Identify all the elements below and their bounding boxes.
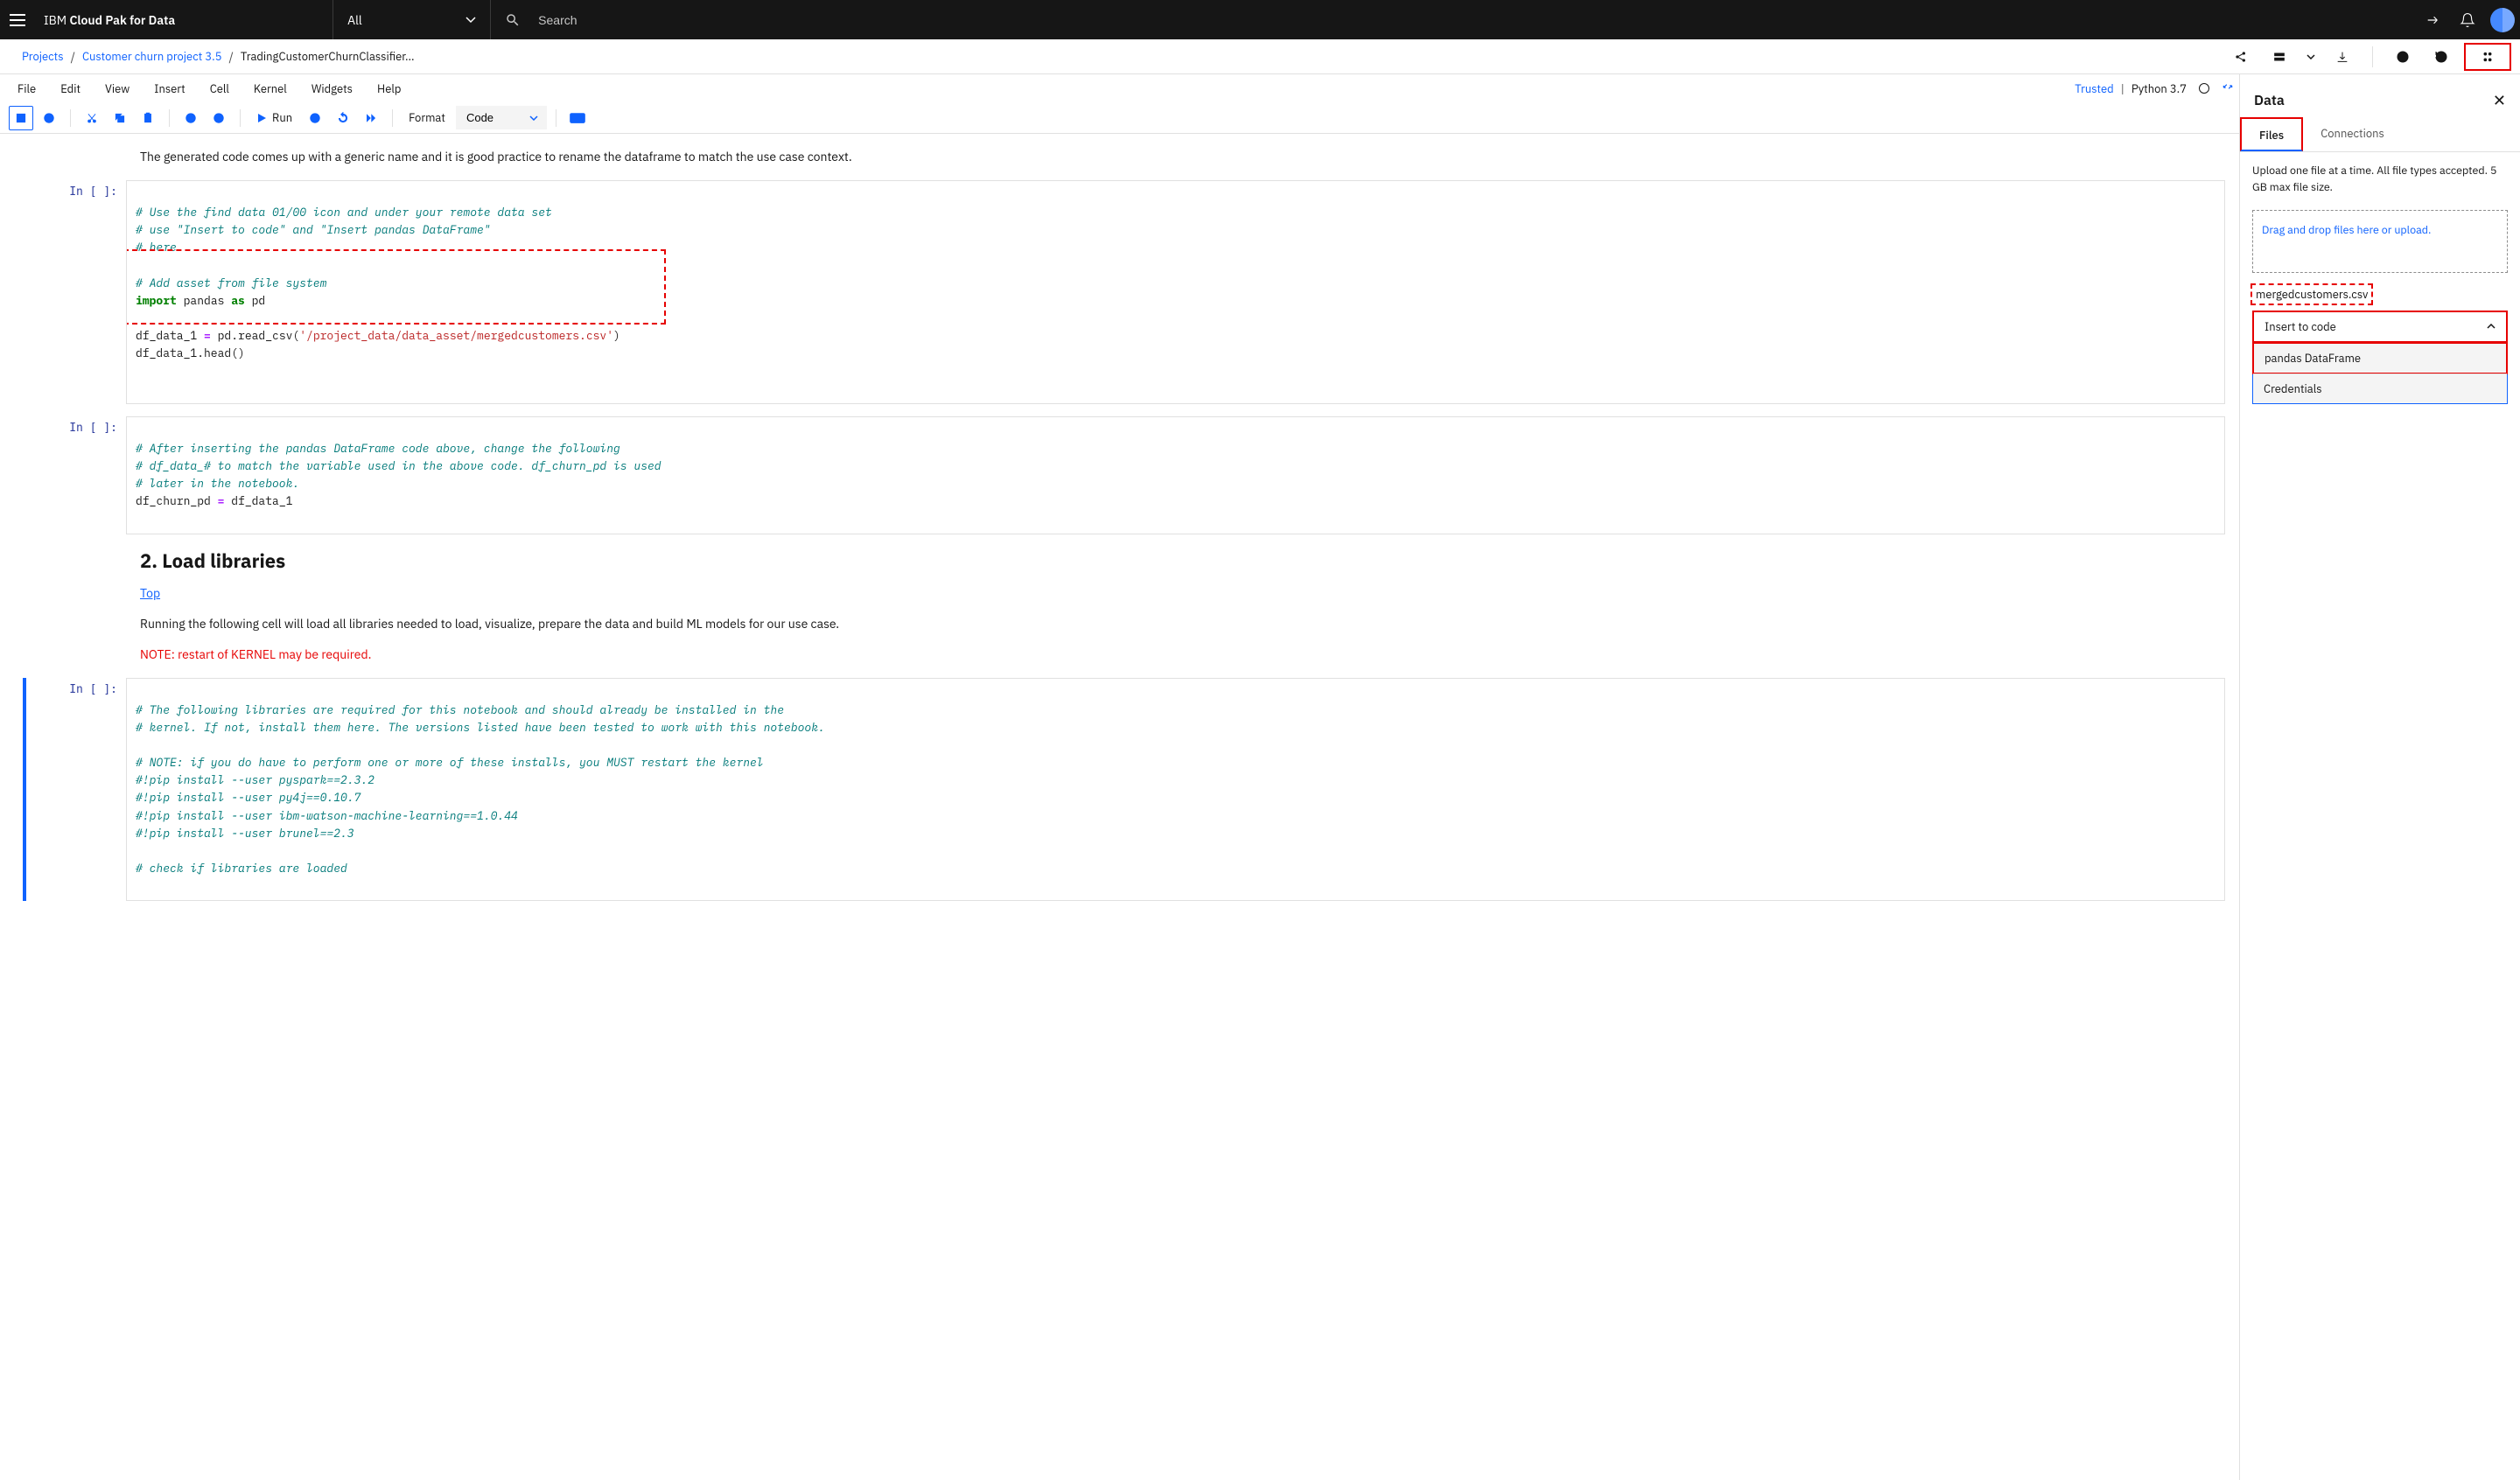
shortcut-icon[interactable] — [2415, 0, 2450, 39]
data-panel-toggle[interactable] — [2464, 43, 2511, 71]
avatar[interactable] — [2485, 0, 2520, 39]
add-cell-button[interactable] — [37, 106, 61, 130]
stop-button[interactable] — [303, 106, 327, 130]
notebook-menubar: File Edit View Insert Cell Kernel Widget… — [0, 74, 2239, 102]
breadcrumb-project[interactable]: Customer churn project 3.5 — [82, 49, 222, 64]
chevron-down-icon[interactable] — [2302, 43, 2320, 71]
download-icon[interactable] — [2327, 43, 2358, 71]
info-icon[interactable] — [2387, 43, 2418, 71]
breadcrumb: Projects / Customer churn project 3.5 / … — [0, 39, 2520, 74]
move-down-button[interactable] — [206, 106, 231, 130]
jobs-icon[interactable] — [2264, 43, 2295, 71]
hamburger-menu[interactable] — [0, 14, 35, 26]
search-box[interactable] — [490, 0, 815, 39]
trusted-label[interactable]: Trusted — [2075, 81, 2113, 96]
markdown-section-2: 2. Load libraries Top Running the follow… — [140, 547, 901, 664]
tab-connections[interactable]: Connections — [2303, 117, 2402, 151]
data-panel: Data ✕ Files Connections Upload one file… — [2240, 74, 2520, 1480]
cell-code[interactable]: # After inserting the pandas DataFrame c… — [126, 416, 2225, 534]
menu-file[interactable]: File — [5, 78, 48, 100]
data-panel-title: Data — [2254, 92, 2285, 109]
cell-code[interactable]: # The following libraries are required f… — [126, 678, 2225, 902]
format-label: Format — [409, 110, 445, 125]
run-button[interactable]: Run — [249, 110, 299, 125]
search-icon — [505, 12, 521, 28]
upload-hint: Upload one file at a time. All file type… — [2240, 152, 2520, 206]
chevron-up-icon — [2487, 324, 2496, 329]
copy-button[interactable] — [108, 106, 132, 130]
search-input[interactable] — [538, 13, 801, 27]
history-icon[interactable] — [2426, 43, 2457, 71]
menu-help[interactable]: Help — [365, 78, 413, 100]
brand-label: IBM Cloud Pak for Data — [44, 12, 175, 28]
menu-credentials[interactable]: Credentials — [2253, 373, 2507, 403]
menu-widgets[interactable]: Widgets — [299, 78, 365, 100]
avatar-icon — [2490, 8, 2515, 32]
menu-kernel[interactable]: Kernel — [242, 78, 299, 100]
hamburger-icon — [10, 14, 25, 26]
paste-button[interactable] — [136, 106, 160, 130]
kernel-indicator-icon — [2199, 83, 2209, 94]
insert-to-code-menu: Insert to code pandas DataFrame Credenti… — [2252, 311, 2508, 404]
cell-prompt: In [ ]: — [26, 416, 126, 534]
expand-icon[interactable] — [2222, 80, 2234, 96]
close-icon[interactable]: ✕ — [2493, 90, 2506, 110]
notebook-column: File Edit View Insert Cell Kernel Widget… — [0, 74, 2240, 1480]
menu-view[interactable]: View — [93, 78, 142, 100]
menu-cell[interactable]: Cell — [198, 78, 242, 100]
breadcrumb-projects[interactable]: Projects — [22, 49, 64, 64]
cell-prompt: In [ ]: — [26, 678, 126, 902]
drop-zone[interactable]: Drag and drop files here or upload. — [2252, 210, 2508, 273]
cell-type-select[interactable]: Code — [456, 106, 547, 129]
notebook-content[interactable]: The generated code comes up with a gener… — [0, 134, 2239, 1480]
code-cell-1[interactable]: In [ ]: # Use the find data 01/00 icon a… — [26, 180, 2225, 404]
markdown-intro: The generated code comes up with a gener… — [140, 148, 901, 166]
cell-code[interactable]: # Use the find data 01/00 icon and under… — [126, 180, 2225, 404]
file-entry[interactable]: mergedcustomers.csv — [2252, 285, 2508, 304]
menu-edit[interactable]: Edit — [48, 78, 93, 100]
kernel-name[interactable]: Python 3.7 — [2132, 81, 2187, 96]
code-cell-3[interactable]: In [ ]: # The following libraries are re… — [23, 678, 2225, 902]
cell-prompt: In [ ]: — [26, 180, 126, 404]
restart-button[interactable] — [331, 106, 355, 130]
keyboard-icon[interactable] — [565, 106, 590, 130]
fast-forward-button[interactable] — [359, 106, 383, 130]
data-tabs: Files Connections — [2240, 117, 2520, 152]
share-icon[interactable] — [2225, 43, 2257, 71]
code-cell-2[interactable]: In [ ]: # After inserting the pandas Dat… — [26, 416, 2225, 534]
search-scope-dropdown[interactable]: All — [332, 0, 490, 39]
cut-button[interactable] — [80, 106, 104, 130]
top-link[interactable]: Top — [140, 585, 160, 601]
top-header: IBM Cloud Pak for Data All — [0, 0, 2520, 39]
notebook-toolbar: Run Format Code — [0, 102, 2239, 134]
notifications-icon[interactable] — [2450, 0, 2485, 39]
move-up-button[interactable] — [178, 106, 203, 130]
save-button[interactable] — [9, 106, 33, 130]
menu-insert[interactable]: Insert — [142, 78, 197, 100]
breadcrumb-asset: TradingCustomerChurnClassifier... — [241, 49, 415, 64]
menu-pandas-dataframe[interactable]: pandas DataFrame — [2252, 342, 2508, 374]
insert-to-code-toggle[interactable]: Insert to code — [2252, 311, 2508, 343]
tab-files[interactable]: Files — [2240, 117, 2303, 151]
